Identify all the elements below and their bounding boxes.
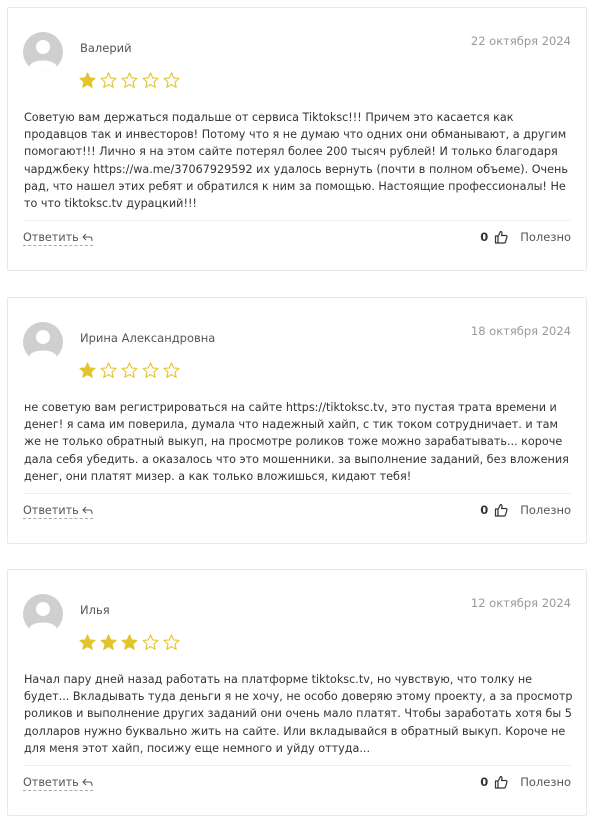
helpful-widget: 0 Полезно [480,775,571,789]
review-footer: Ответить 0 Полезно [23,765,571,806]
avatar [23,322,63,362]
star-rating [79,72,180,89]
star-empty-icon [142,634,159,651]
star-empty-icon [100,362,117,379]
reply-button[interactable]: Ответить [23,231,93,246]
star-empty-icon [163,362,180,379]
user-silhouette-icon [29,330,57,362]
star-filled-icon [100,634,117,651]
star-empty-icon [100,72,117,89]
thumbs-up-icon[interactable] [494,230,508,244]
avatar [23,594,63,634]
star-filled-icon [79,362,96,379]
author-name: Валерий [80,41,132,55]
author-name: Илья [80,603,110,617]
helpful-widget: 0 Полезно [480,503,571,517]
review-link[interactable]: https://wa.me/37067929592 [93,163,253,176]
review-date: 12 октября 2024 [470,596,571,610]
review-text: Начал пару дней назад работать на платфо… [24,673,573,755]
author-name: Ирина Александровна [80,331,216,345]
star-empty-icon [142,72,159,89]
thumbs-up-icon[interactable] [494,775,508,789]
star-empty-icon [121,72,138,89]
star-empty-icon [163,72,180,89]
helpful-label: Полезно [520,775,571,789]
reply-label: Ответить [23,776,79,789]
reply-arrow-icon [81,778,93,787]
review-footer: Ответить 0 Полезно [23,220,571,261]
review-text: не советую вам регистрироваться на сайте… [24,401,569,483]
user-silhouette-icon [29,40,57,72]
reply-arrow-icon [81,233,93,242]
helpful-count: 0 [480,230,489,244]
review-card: Ирина Александровна 18 октября 2024 не с… [7,297,587,544]
review-card: Валерий 22 октября 2024 Советую вам держ… [7,7,587,271]
helpful-label: Полезно [520,230,571,244]
star-filled-icon [79,634,96,651]
star-empty-icon [142,362,159,379]
reply-label: Ответить [23,231,79,244]
review-date: 18 октября 2024 [470,324,571,338]
thumbs-up-icon[interactable] [494,503,508,517]
star-empty-icon [121,362,138,379]
helpful-label: Полезно [520,503,571,517]
star-filled-icon [121,634,138,651]
review-footer: Ответить 0 Полезно [23,493,571,534]
reply-arrow-icon [81,506,93,515]
review-text: Советую вам держаться подальше от сервис… [24,109,576,212]
star-rating [79,362,180,379]
review-date: 22 октября 2024 [470,34,571,48]
star-rating [79,634,180,651]
helpful-widget: 0 Полезно [480,230,571,244]
reply-button[interactable]: Ответить [23,504,93,519]
review-card: Илья 12 октября 2024 Начал пару дней наз… [7,569,587,816]
reply-button[interactable]: Ответить [23,776,93,791]
avatar [23,32,63,72]
user-silhouette-icon [29,602,57,634]
helpful-count: 0 [480,775,489,789]
star-empty-icon [163,634,180,651]
star-filled-icon [79,72,96,89]
helpful-count: 0 [480,503,489,517]
reply-label: Ответить [23,504,79,517]
